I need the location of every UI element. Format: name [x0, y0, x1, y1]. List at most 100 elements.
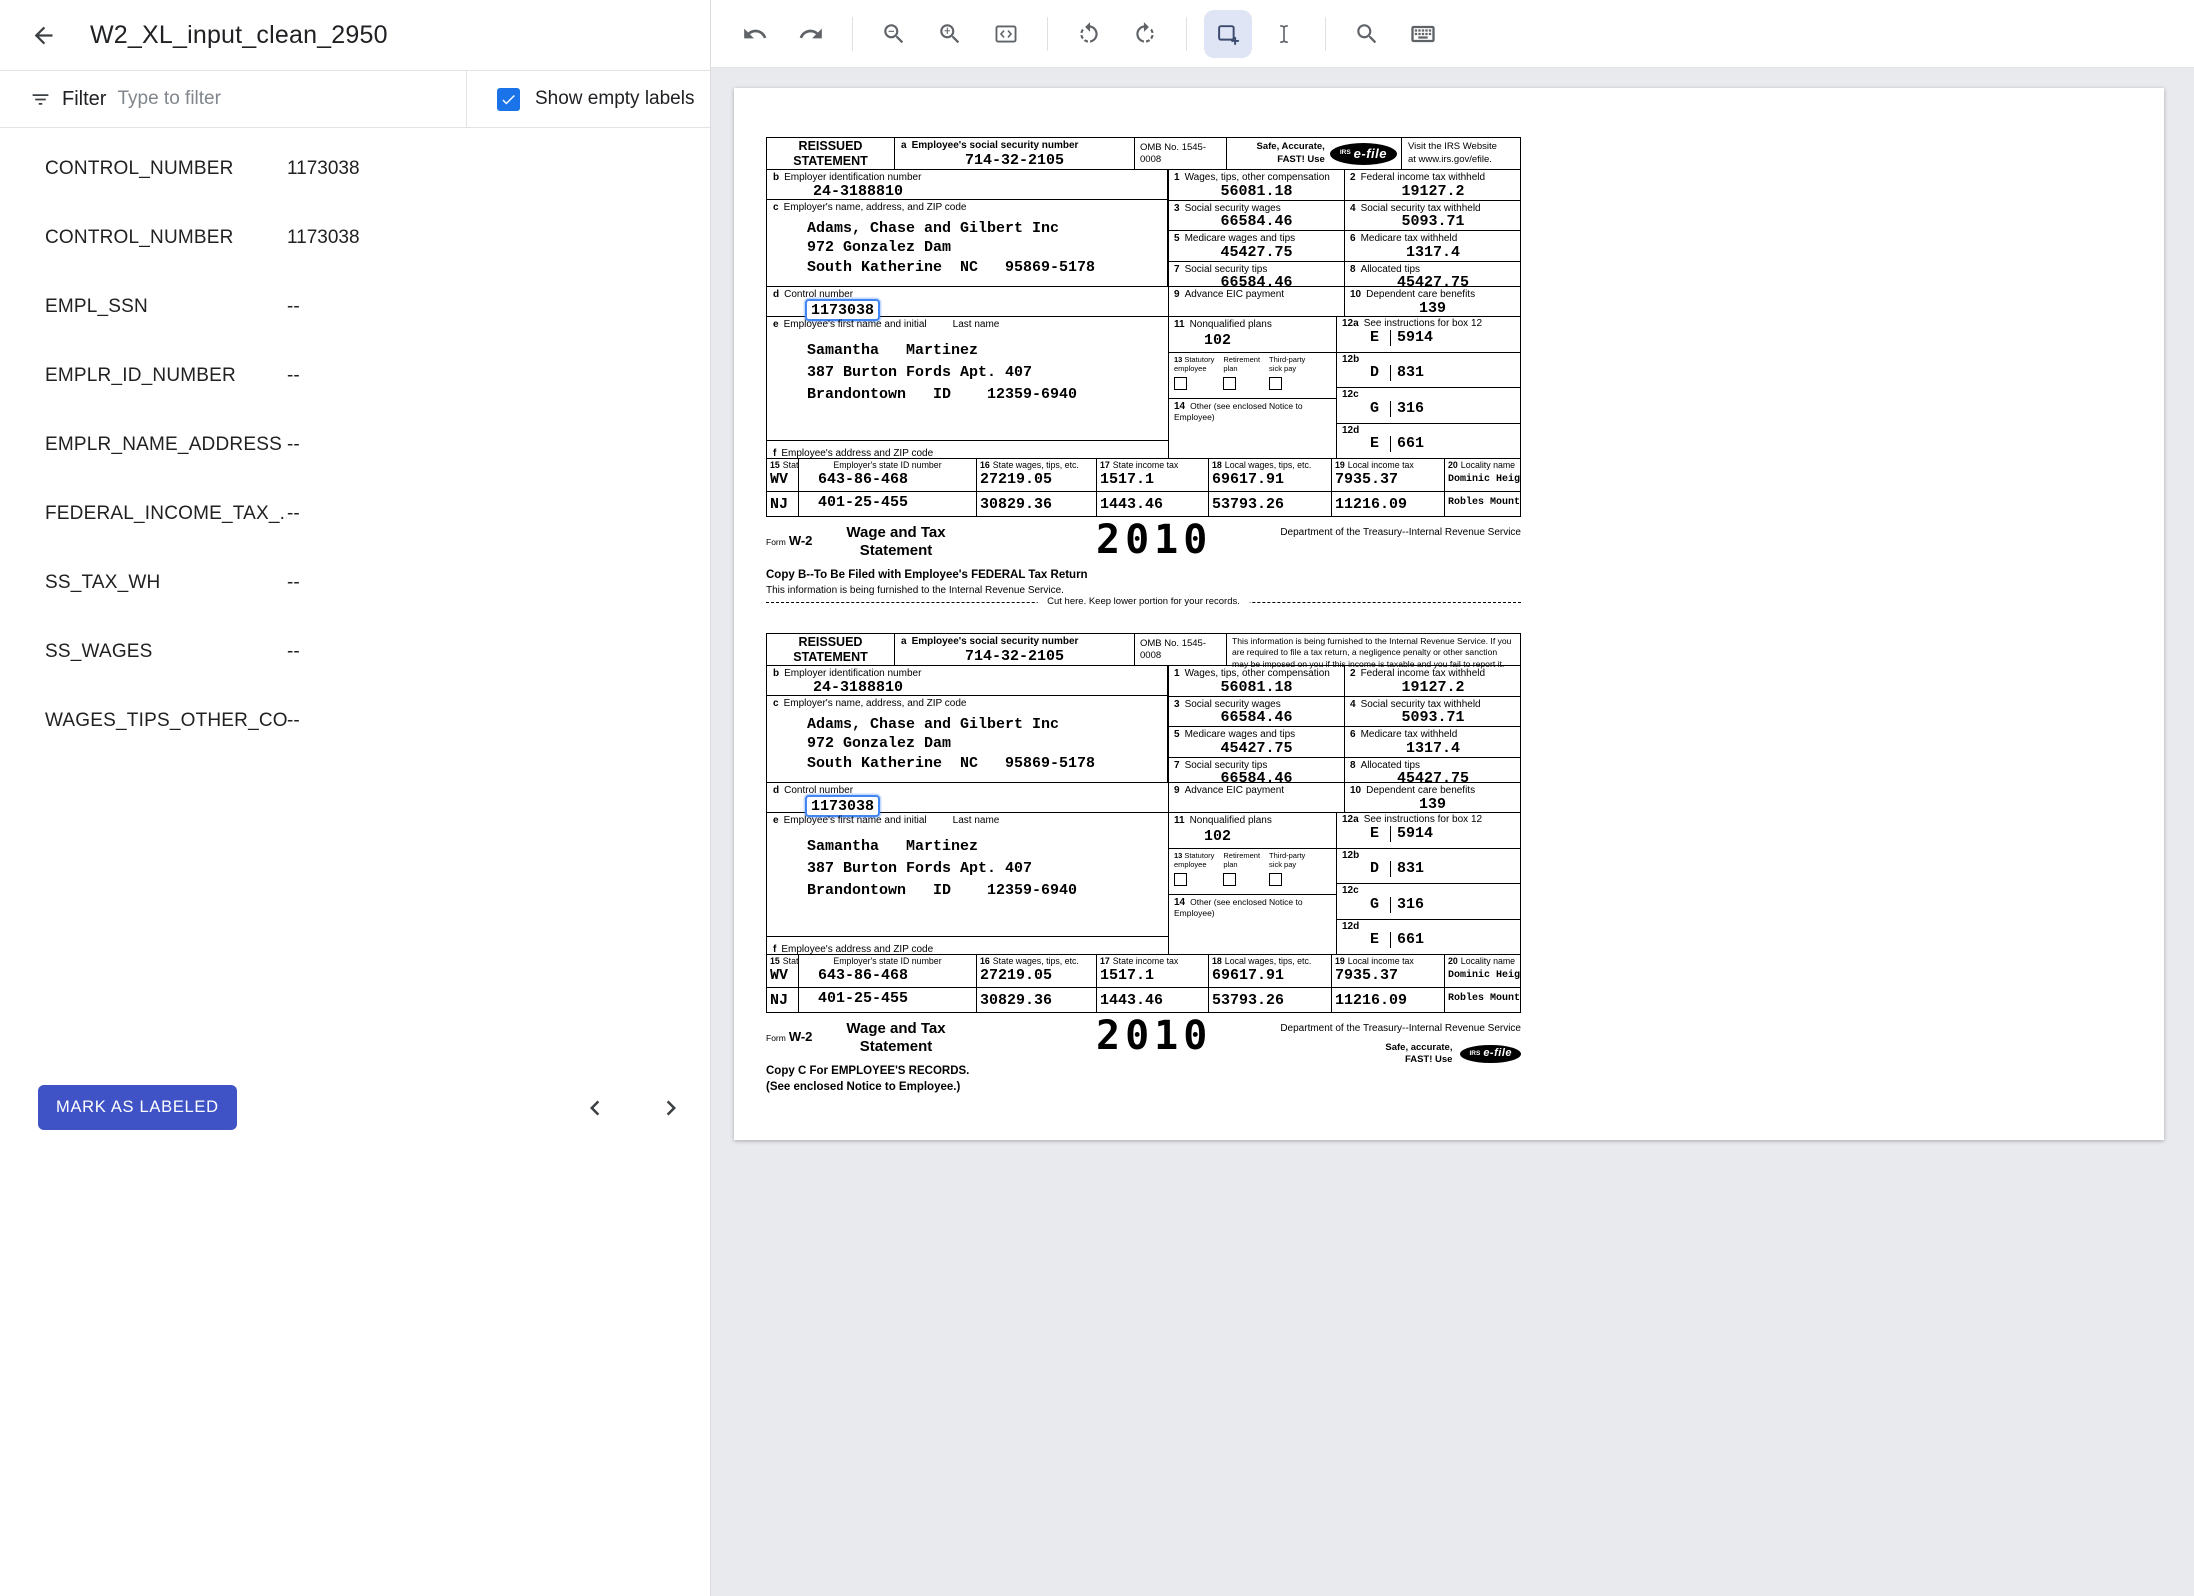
employer-state-id: Employer's state ID number 643-86-468	[799, 955, 977, 987]
box-12d: 12d E661	[1337, 920, 1520, 955]
box-a-label: Employee's social security number	[912, 140, 1079, 151]
toolbar-separator	[852, 17, 853, 51]
zoom-out-icon	[881, 21, 907, 47]
box-12d: 12d E661	[1337, 424, 1520, 459]
show-empty-labels-toggle[interactable]: Show empty labels	[467, 71, 710, 127]
box-16-state-wages: 16State wages, tips, etc. 27219.05	[977, 459, 1097, 491]
reissued-statement: REISSUED STATEMENT	[767, 634, 895, 665]
code-view-button[interactable]	[982, 10, 1030, 58]
zoom-out-button[interactable]	[870, 10, 918, 58]
arrow-back-icon	[30, 22, 57, 49]
employer-state-id: Employer's state ID number 643-86-468	[799, 459, 977, 491]
undo-icon	[742, 21, 768, 47]
code-view-icon	[993, 21, 1019, 47]
copy-b-text: Copy B--To Be Filed with Employee's FEDE…	[766, 568, 1088, 597]
field-value: --	[287, 641, 300, 663]
field-row-emplr-name-address[interactable]: EMPLR_NAME_ADDRESS --	[0, 410, 710, 479]
redo-button[interactable]	[787, 10, 835, 58]
field-row-ss-tax-wh[interactable]: SS_TAX_WH --	[0, 548, 710, 617]
toolbar-separator	[1186, 17, 1187, 51]
box-3-ss-wages: 3Social security wages 66584.46	[1169, 201, 1345, 231]
search-button[interactable]	[1343, 10, 1391, 58]
field-row-emplr-id-number[interactable]: EMPLR_ID_NUMBER --	[0, 341, 710, 410]
state-row-2-local-tax: 11216.09	[1332, 988, 1445, 1012]
field-row-ss-wages[interactable]: SS_WAGES --	[0, 617, 710, 686]
field-row-control-number-1[interactable]: CONTROL_NUMBER 1173038	[0, 134, 710, 203]
w2-copy-c: REISSUED STATEMENT aEmployee's social se…	[766, 633, 1521, 1095]
box-17-state-income-tax: 17State income tax 1517.1	[1097, 955, 1209, 987]
irs-efile-logo: IRSe-file	[1330, 143, 1397, 165]
box-2-federal-income-tax: 2Federal income tax withheld 19127.2	[1345, 666, 1521, 696]
box-18-local-wages: 18Local wages, tips, etc. 69617.91	[1209, 459, 1332, 491]
state-row-2-local-tax: 11216.09	[1332, 492, 1445, 516]
employer-id-value: 24-3188810	[813, 680, 1161, 696]
reissued-statement: REISSUED STATEMENT	[767, 138, 895, 169]
next-document-button[interactable]	[654, 1091, 688, 1125]
state-row-2-income-tax: 1443.46	[1097, 492, 1209, 516]
field-name: EMPLR_ID_NUMBER	[45, 365, 287, 387]
document-canvas[interactable]: REISSUED STATEMENT aEmployee's social se…	[711, 68, 2194, 1596]
search-icon	[1354, 21, 1380, 47]
previous-document-button[interactable]	[578, 1091, 612, 1125]
box-13-checkboxes: 13Statutory employee Retirement plan Thi…	[1169, 353, 1336, 399]
box-15-state: 15State WV	[767, 459, 799, 491]
reissued-line1: REISSUED	[799, 635, 863, 650]
tax-year: 2010	[1096, 520, 1212, 560]
box-f-employee-address: fEmployee's address and ZIP code	[767, 936, 1168, 954]
field-row-federal-income-tax[interactable]: FEDERAL_INCOME_TAX_... --	[0, 479, 710, 548]
box-3-ss-wages: 3Social security wages 66584.46	[1169, 697, 1345, 727]
rotate-left-icon	[1076, 21, 1102, 47]
state-row-2-locality: Robles Mount	[1445, 988, 1520, 1012]
state-row-2-income-tax: 1443.46	[1097, 988, 1209, 1012]
field-name: WAGES_TIPS_OTHER_CO...	[45, 710, 287, 732]
show-empty-labels-checkbox[interactable]	[497, 88, 520, 111]
box-12b: 12b D831	[1337, 849, 1520, 885]
field-row-control-number-2[interactable]: CONTROL_NUMBER 1173038	[0, 203, 710, 272]
filter-input[interactable]	[117, 88, 452, 110]
field-row-empl-ssn[interactable]: EMPL_SSN --	[0, 272, 710, 341]
box-f-employee-address: fEmployee's address and ZIP code	[767, 440, 1168, 458]
text-select-button[interactable]	[1260, 10, 1308, 58]
state-row-2-wages: 30829.36	[977, 492, 1097, 516]
field-value: --	[287, 434, 300, 456]
box-d-control-number: dControl number 1173038	[767, 783, 1169, 812]
box-20-locality-name: 20Locality name Dominic Heights	[1445, 955, 1520, 987]
box-b-employer-id: bEmployer identification number 24-31888…	[767, 666, 1167, 696]
employer-address-value: Adams, Chase and Gilbert Inc 972 Gonzale…	[807, 219, 1161, 278]
statutory-employee-checkbox	[1174, 873, 1187, 886]
cut-here-line: Cut here. Keep lower portion for your re…	[766, 602, 1521, 603]
retirement-plan-group: Retirement plan	[1223, 852, 1260, 894]
document-page[interactable]: REISSUED STATEMENT aEmployee's social se…	[734, 88, 2164, 1140]
box-c-employer-name-address: cEmployer's name, address, and ZIP code …	[767, 200, 1167, 286]
mark-as-labeled-button[interactable]: MARK AS LABELED	[38, 1085, 237, 1130]
region-select-button[interactable]	[1204, 10, 1252, 58]
box-12c: 12c G316	[1337, 884, 1520, 920]
field-value: --	[287, 503, 300, 525]
wage-tax-statement-title: Wage and TaxStatement	[846, 524, 945, 559]
box-11-nonqualified-plans: 11Nonqualified plans 102	[1169, 317, 1336, 353]
form-w2-label: FormW-2	[766, 1020, 812, 1044]
rotate-right-button[interactable]	[1121, 10, 1169, 58]
employee-name-address-value: Samantha Martinez 387 Burton Fords Apt. …	[767, 331, 1168, 441]
field-row-wages-tips-other[interactable]: WAGES_TIPS_OTHER_CO... --	[0, 686, 710, 755]
field-value: --	[287, 572, 300, 594]
box-12a: 12aSee instructions for box 12 E5914	[1337, 317, 1520, 353]
field-value: --	[287, 365, 300, 387]
rotate-left-button[interactable]	[1065, 10, 1113, 58]
state-local-tax-table: 15State WV Employer's state ID number 64…	[766, 955, 1521, 1013]
chevron-right-icon	[656, 1093, 686, 1123]
undo-button[interactable]	[731, 10, 779, 58]
zoom-in-button[interactable]	[926, 10, 974, 58]
page-title: W2_XL_input_clean_2950	[90, 21, 388, 50]
cut-here-text: Cut here. Keep lower portion for your re…	[1037, 596, 1250, 607]
state-row-2-wages: 30829.36	[977, 988, 1097, 1012]
form-w2-label: FormW-2	[766, 524, 812, 548]
omb-number: OMB No. 1545-0008	[1135, 138, 1227, 169]
back-button[interactable]	[22, 14, 64, 56]
box-d-control-number: dControl number 1173038	[767, 287, 1169, 316]
keyboard-shortcuts-button[interactable]	[1399, 10, 1447, 58]
third-party-sick-pay-group: Third-party sick pay	[1269, 852, 1305, 894]
box-15-state: 15State WV	[767, 955, 799, 987]
box-5-medicare-wages: 5Medicare wages and tips 45427.75	[1169, 231, 1345, 261]
state-row-2-local-wages: 53793.26	[1209, 492, 1332, 516]
